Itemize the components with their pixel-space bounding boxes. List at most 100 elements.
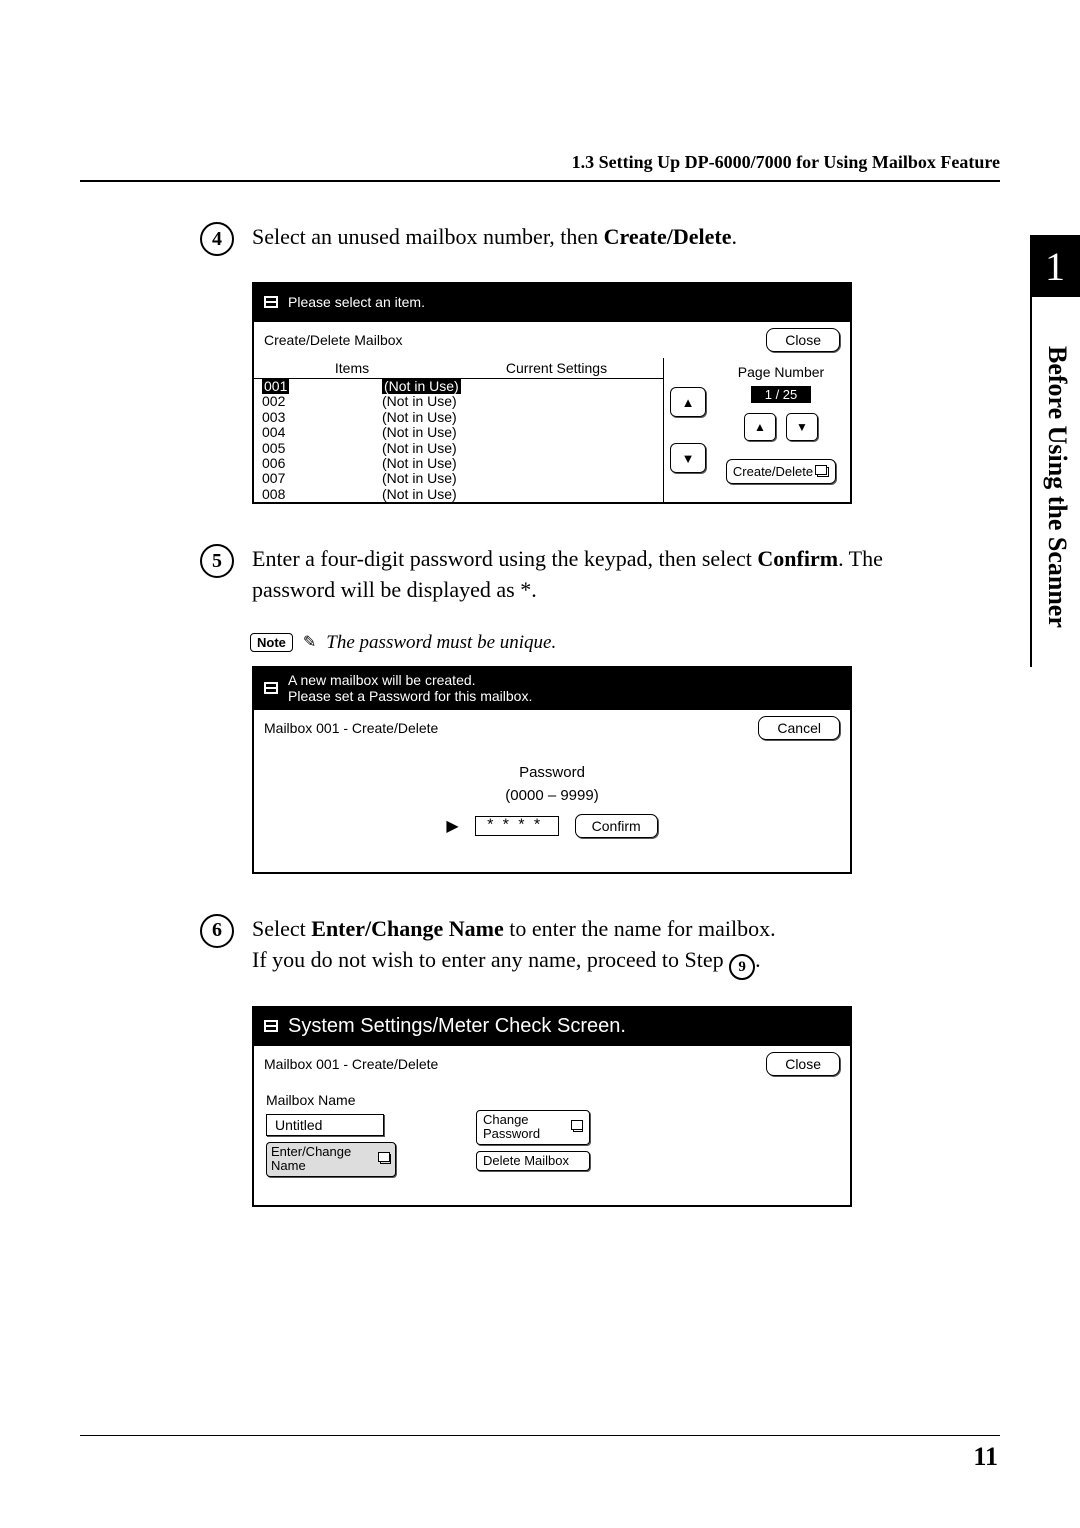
scroll-down-button[interactable]: ▼ — [670, 443, 706, 473]
screen-create-delete-mailbox: Please select an item. Create/Delete Mai… — [252, 282, 852, 504]
printer-icon — [262, 294, 280, 310]
confirm-button[interactable]: Confirm — [575, 814, 658, 838]
row-num: 005 — [262, 440, 285, 456]
step6-line2-after: . — [755, 947, 761, 972]
list-rows: 001(Not in Use) 002(Not in Use) 003(Not … — [254, 379, 663, 502]
step-number: 4 — [200, 222, 234, 256]
mailbox-list: Items Current Settings 001 (Not in Use) 0… — [254, 358, 664, 502]
step4-text-before: Select an unused mailbox number, then — [252, 224, 604, 249]
screen4-title: Please select an item. — [288, 294, 425, 310]
change-password-button[interactable]: Change Password — [476, 1110, 590, 1145]
row-status: (Not in Use) — [382, 378, 461, 394]
cancel-button[interactable]: Cancel — [758, 716, 840, 740]
enter-change-name-button[interactable]: Enter/Change Name — [266, 1142, 396, 1177]
chapter-number: 1 — [1030, 235, 1080, 297]
row-status: (Not in Use) — [382, 440, 457, 456]
delete-mailbox-button[interactable]: Delete Mailbox — [476, 1151, 590, 1171]
items-header: Items — [254, 358, 450, 378]
current-settings-header: Current Settings — [450, 358, 663, 378]
page-nav-column: Page Number 1 / 25 ▲ ▼ Create/Delete — [712, 358, 850, 502]
row-status: (Not in Use) — [382, 424, 457, 440]
password-range: (0000 – 9999) — [505, 787, 598, 804]
screen6-body: Mailbox Name Untitled Enter/Change Name … — [254, 1082, 850, 1205]
screen5-title-line1: A new mailbox will be created. — [288, 672, 476, 688]
mailbox-row[interactable]: 003(Not in Use) — [254, 410, 663, 425]
step6-line2-before: If you do not wish to enter any name, pr… — [252, 947, 729, 972]
screen5-title: A new mailbox will be created. Please se… — [288, 672, 532, 704]
row-status: (Not in Use) — [382, 455, 457, 471]
row-status: (Not in Use) — [382, 486, 457, 502]
page-counter: 1 / 25 — [751, 386, 812, 403]
screen-mailbox-settings: System Settings/Meter Check Screen. Mail… — [252, 1006, 852, 1207]
mailbox-name-value: Untitled — [266, 1114, 384, 1136]
step4-text-after: . — [732, 224, 738, 249]
list-header: Items Current Settings — [254, 358, 663, 379]
change-password-label: Change Password — [483, 1113, 567, 1142]
create-delete-button[interactable]: Create/Delete — [726, 459, 836, 484]
step-6: 6 Select Enter/Change Name to enter the … — [80, 914, 1000, 980]
row-num: 006 — [262, 455, 285, 471]
row-status: (Not in Use) — [382, 470, 457, 486]
step-ref-circle: 9 — [729, 954, 755, 980]
mailbox-row[interactable]: 002 (Not in Use) — [254, 394, 663, 409]
step4-text-bold: Create/Delete — [604, 224, 732, 249]
footer-rule — [80, 1435, 1000, 1436]
section-header: 1.3 Setting Up DP-6000/7000 for Using Ma… — [572, 152, 1000, 173]
create-delete-label: Create/Delete — [733, 464, 813, 479]
step6-text-mid: to enter the name for mailbox. — [504, 916, 776, 941]
row-num: 002 — [262, 393, 285, 409]
screen6-subbar: Mailbox 001 - Create/Delete Close — [254, 1044, 850, 1082]
screen4-subtitle: Create/Delete Mailbox — [264, 332, 403, 348]
mailbox-row[interactable]: 001 (Not in Use) — [254, 379, 663, 394]
note-row: Note ✎ The password must be unique. — [250, 632, 1000, 654]
mailbox-name-label: Mailbox Name — [266, 1092, 396, 1108]
chapter-tab: 1 Before Using the Scanner — [1030, 235, 1080, 667]
note-bell-icon: ✎ — [303, 632, 316, 652]
password-input[interactable]: **** — [475, 816, 559, 836]
screen5-title-line2: Please set a Password for this mailbox. — [288, 688, 532, 704]
page-prev-button[interactable]: ▲ — [744, 413, 776, 441]
screen5-titlebar: A new mailbox will be created. Please se… — [254, 668, 850, 708]
step6-text-bold: Enter/Change Name — [311, 916, 503, 941]
row-num: 001 — [262, 378, 289, 394]
mailbox-row[interactable]: 005 (Not in Use) — [254, 441, 663, 456]
screen6-subtitle: Mailbox 001 - Create/Delete — [264, 1056, 438, 1072]
row-num: 007 — [262, 470, 285, 486]
printer-icon — [262, 680, 280, 696]
row-num: 003 — [262, 409, 285, 425]
screen4-subbar: Create/Delete Mailbox Close — [254, 320, 850, 358]
row-num: 008 — [262, 486, 285, 502]
pointer-icon: ▶ — [446, 816, 458, 836]
screen5-subbar: Mailbox 001 - Create/Delete Cancel — [254, 708, 850, 746]
close-button[interactable]: Close — [766, 328, 840, 352]
mailbox-row[interactable]: 008 (Not in Use) — [254, 487, 663, 502]
popup-icon — [380, 1154, 391, 1164]
row-status: (Not in Use) — [382, 393, 457, 409]
scroll-up-button[interactable]: ▲ — [670, 387, 706, 417]
mailbox-name-column: Mailbox Name Untitled Enter/Change Name — [266, 1092, 396, 1177]
close-button[interactable]: Close — [766, 1052, 840, 1076]
scroll-column: ▲ ▼ — [664, 358, 712, 502]
printer-icon — [262, 1018, 280, 1034]
screen6-title: System Settings/Meter Check Screen. — [288, 1015, 626, 1038]
mailbox-row[interactable]: 006 (Not in Use) — [254, 456, 663, 471]
screen5-body: Password (0000 – 9999) ▶ **** Confirm — [254, 746, 850, 872]
step-4: 4 Select an unused mailbox number, then … — [80, 222, 1000, 256]
page-next-button[interactable]: ▼ — [786, 413, 818, 441]
chapter-title: Before Using the Scanner — [1030, 297, 1080, 667]
step-5: 5 Enter a four-digit password using the … — [80, 544, 1000, 606]
step-text: Select Enter/Change Name to enter the na… — [252, 914, 776, 980]
delete-mailbox-label: Delete Mailbox — [483, 1154, 569, 1168]
mailbox-row[interactable]: 007 (Not in Use) — [254, 471, 663, 486]
step5-text-before: Enter a four-digit password using the ke… — [252, 546, 757, 571]
page-number: 11 — [973, 1442, 998, 1472]
screen4-body: Items Current Settings 001 (Not in Use) 0… — [254, 358, 850, 502]
note-badge: Note — [250, 633, 293, 652]
page-number-label: Page Number — [738, 364, 824, 380]
row-num: 004 — [262, 424, 285, 440]
note-text: The password must be unique. — [326, 632, 556, 654]
mailbox-row[interactable]: 004 (Not in Use) — [254, 425, 663, 440]
header-rule: 1.3 Setting Up DP-6000/7000 for Using Ma… — [80, 180, 1000, 182]
step5-text-bold: Confirm — [757, 546, 838, 571]
popup-icon — [817, 467, 829, 477]
